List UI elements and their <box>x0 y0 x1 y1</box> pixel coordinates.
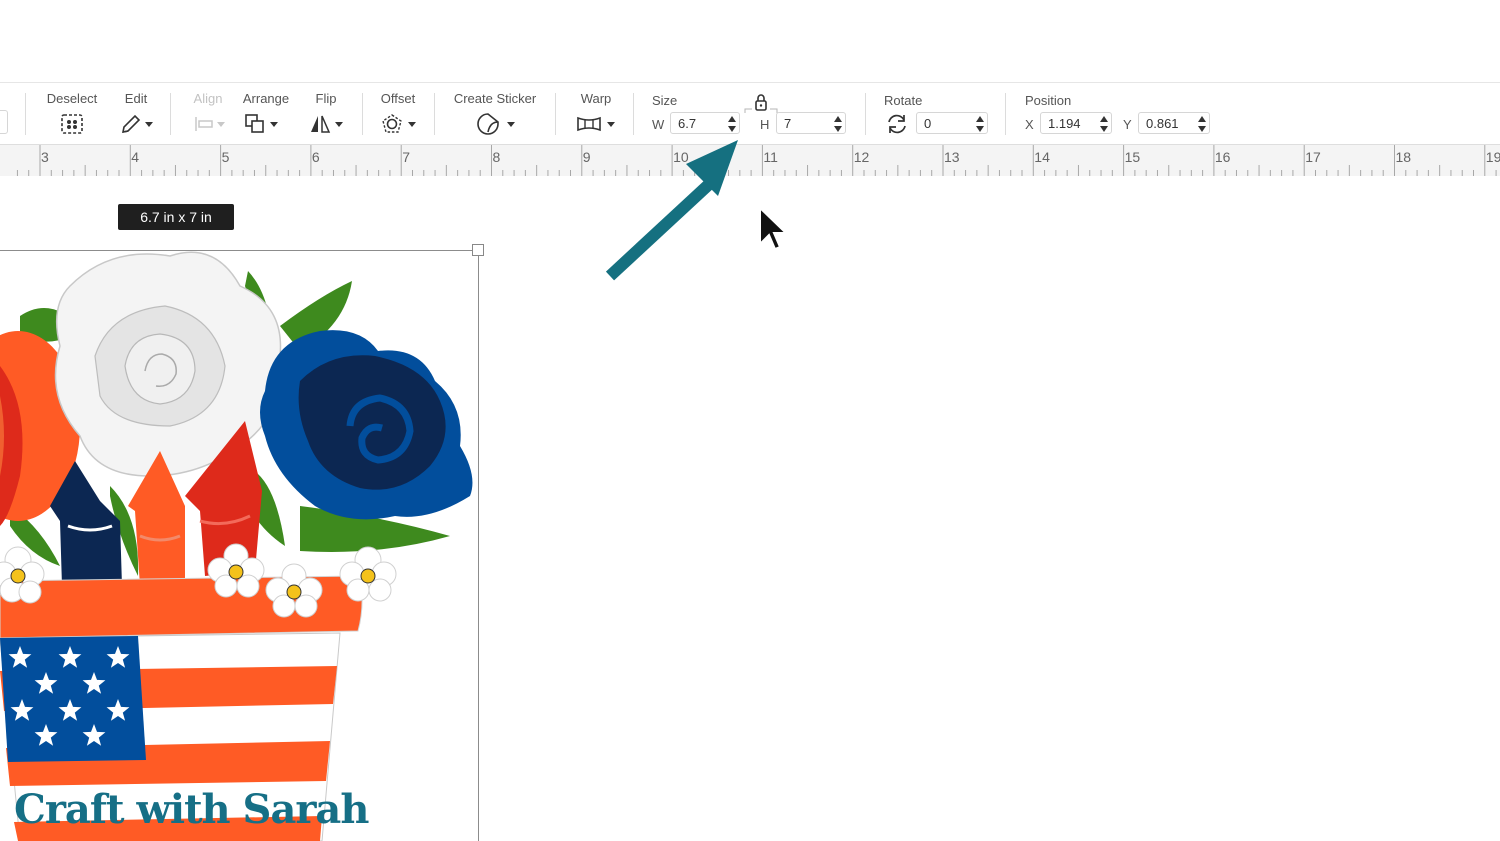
edit-label: Edit <box>124 91 148 106</box>
position-x-value: 1.194 <box>1048 116 1081 131</box>
cursor-icon <box>759 206 789 251</box>
flip-label: Flip <box>315 91 337 106</box>
ruler-number: 5 <box>221 149 230 165</box>
deselect-label: Deselect <box>46 91 98 106</box>
ruler-number: 14 <box>1034 149 1050 165</box>
align-icon <box>195 117 213 131</box>
toolbar-separator <box>25 93 26 135</box>
selection-bounding-box <box>0 250 479 841</box>
align-label: Align <box>193 91 223 106</box>
ruler-number: 6 <box>311 149 320 165</box>
top-blank-area <box>0 0 1500 82</box>
height-value: 7 <box>784 116 792 131</box>
ruler-number: 18 <box>1395 149 1412 165</box>
sticker-icon <box>477 113 499 135</box>
width-value: 6.7 <box>678 116 697 131</box>
chevron-down-icon <box>145 122 153 127</box>
warp-icon <box>577 116 601 132</box>
chevron-down-icon <box>217 122 225 127</box>
rotate-value: 0 <box>924 116 932 131</box>
toolbar-separator <box>170 93 171 135</box>
horizontal-ruler: 3 4 5 6 7 8 9 10 11 12 13 14 15 16 17 18 19 <box>0 144 1500 177</box>
left-edge-control[interactable] <box>0 110 8 134</box>
position-y-value: 0.861 <box>1146 116 1179 131</box>
toolbar-separator <box>865 93 866 135</box>
chevron-down-icon <box>507 122 515 127</box>
ruler-number: 11 <box>763 149 778 165</box>
rotate-label: Rotate <box>884 93 923 108</box>
resize-handle[interactable] <box>472 244 484 256</box>
y-letter: Y <box>1123 117 1132 132</box>
watermark-logo: Craft with Sarah <box>14 786 369 833</box>
arrange-icon <box>245 114 264 133</box>
flip-button[interactable]: Flip <box>308 91 344 141</box>
width-letter: W <box>652 117 665 132</box>
arrange-label: Arrange <box>242 91 290 106</box>
position-y-input[interactable]: 0.861 <box>1138 112 1210 134</box>
create-sticker-label: Create Sticker <box>453 91 537 106</box>
position-x-input[interactable]: 1.194 <box>1040 112 1112 134</box>
ruler-number: 16 <box>1214 149 1231 165</box>
align-button[interactable]: Align <box>190 91 226 141</box>
rotate-icon[interactable] <box>885 112 909 136</box>
chevron-down-icon <box>607 122 615 127</box>
position-y-stepper[interactable] <box>1198 116 1206 132</box>
height-stepper[interactable] <box>834 116 842 132</box>
arrow-annotation-icon <box>605 140 738 281</box>
arrange-button[interactable]: Arrange <box>242 91 290 141</box>
width-stepper[interactable] <box>728 116 736 132</box>
ruler-number: 19 <box>1485 149 1500 165</box>
ruler-number: 17 <box>1305 149 1321 165</box>
edit-toolbar: Deselect Edit Align Arrange Flip Offset … <box>0 82 1500 145</box>
edit-button[interactable]: Edit <box>118 91 154 141</box>
chevron-down-icon <box>335 122 343 127</box>
width-input[interactable]: 6.7 <box>670 112 740 134</box>
ruler-number: 3 <box>41 149 49 165</box>
select-all-icon <box>61 114 83 134</box>
toolbar-separator <box>633 93 634 135</box>
warp-button[interactable]: Warp <box>576 91 616 141</box>
create-sticker-button[interactable]: Create Sticker <box>452 91 538 141</box>
ruler-number: 13 <box>944 149 960 165</box>
offset-button[interactable]: Offset <box>378 91 418 141</box>
ruler-number: 9 <box>582 149 591 165</box>
x-letter: X <box>1025 117 1034 132</box>
ruler-number: 4 <box>131 149 140 165</box>
lock-icon[interactable] <box>744 92 778 114</box>
deselect-button[interactable]: Deselect <box>46 91 98 141</box>
size-label: Size <box>652 93 678 108</box>
flip-icon <box>311 115 331 133</box>
position-x-stepper[interactable] <box>1100 116 1108 132</box>
rotate-input[interactable]: 0 <box>916 112 988 134</box>
design-canvas[interactable]: 6.7 in x 7 in Craft with Sarah <box>0 176 1500 841</box>
pencil-icon <box>121 114 141 134</box>
ruler-number: 12 <box>853 149 870 165</box>
toolbar-separator <box>362 93 363 135</box>
position-label: Position <box>1025 93 1072 108</box>
ruler-number: 8 <box>492 149 501 165</box>
toolbar-separator <box>434 93 435 135</box>
toolbar-separator <box>555 93 556 135</box>
height-input[interactable]: 7 <box>776 112 846 134</box>
ruler-number: 7 <box>402 149 410 165</box>
rotate-stepper[interactable] <box>976 116 984 132</box>
ruler-number: 15 <box>1124 149 1141 165</box>
offset-icon <box>382 114 402 133</box>
toolbar-separator <box>1005 93 1006 135</box>
height-letter: H <box>760 117 770 132</box>
chevron-down-icon <box>270 122 278 127</box>
chevron-down-icon <box>408 122 416 127</box>
offset-label: Offset <box>380 91 416 106</box>
warp-label: Warp <box>580 91 612 106</box>
